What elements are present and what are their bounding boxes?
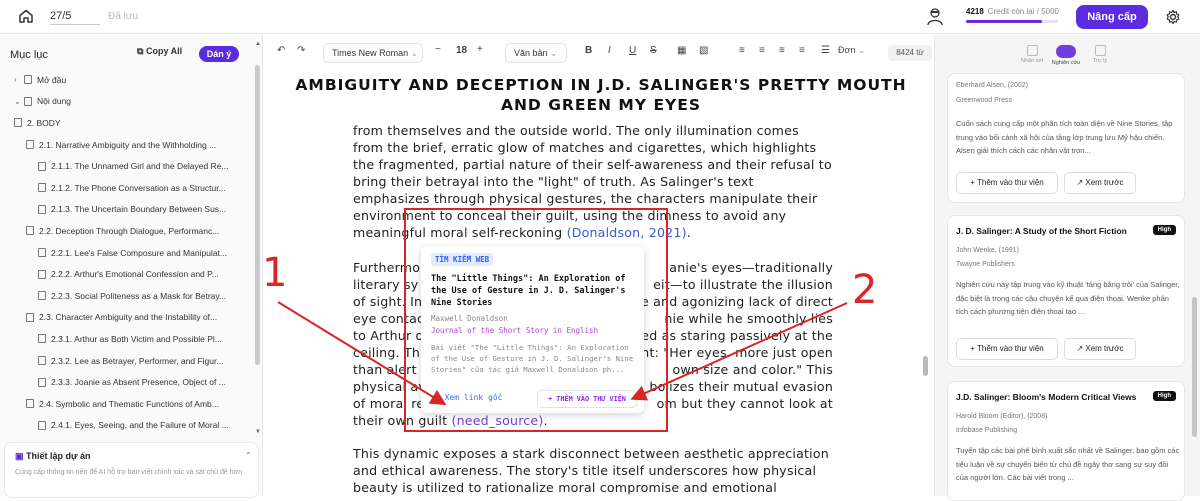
source-card-description: Cuốn sách cung cấp một phân tích toàn di… — [956, 119, 1173, 155]
source-card-publisher: Greenwood Press — [956, 97, 1013, 104]
relevance-badge: High — [1152, 225, 1176, 235]
annotation-arrow-1 — [277, 301, 447, 406]
tab-research[interactable]: Nghiên cứu — [1049, 43, 1083, 66]
source-card-title: J.D. Salinger: Bloom's Modern Critical V… — [956, 392, 1137, 402]
assistant-icon — [1094, 45, 1106, 56]
tab-comments[interactable]: Nhận xét — [1015, 43, 1049, 64]
source-card-publisher: Infobase Publishing — [956, 427, 1018, 434]
panel-scrollbar[interactable] — [1192, 297, 1197, 437]
source-card: J.D. Salinger: Bloom's Modern Critical V… — [947, 381, 1185, 501]
comment-icon — [1026, 45, 1038, 56]
external-link-icon: ↗ — [1076, 178, 1084, 187]
relevance-badge: High — [1152, 391, 1176, 401]
source-card: Eberhard Alsen, (2002) Greenwood Press C… — [947, 73, 1185, 203]
source-card: J. D. Salinger: A Study of the Short Fic… — [947, 215, 1185, 367]
preview-button[interactable]: ↗ Xem trước — [1064, 172, 1136, 194]
annotation-arrow-2 — [630, 302, 848, 401]
panel-tabs: Nhận xét Nghiên cứu Trợ lý — [1015, 43, 1115, 69]
source-card-title: J. D. Salinger: A Study of the Short Fic… — [956, 226, 1127, 236]
source-card-author: John Wenke, (1991) — [956, 247, 1019, 254]
preview-button[interactable]: ↗ Xem trước — [1064, 338, 1136, 360]
add-to-library-button[interactable]: + Thêm vào thư viện — [956, 338, 1058, 360]
tab-assistant[interactable]: Trợ lý — [1083, 43, 1117, 64]
source-card-publisher: Twayne Publishers — [956, 261, 1015, 268]
source-card-author: Eberhard Alsen, (2002) — [956, 82, 1028, 89]
source-card-description: Tuyển tập các bài phê bình xuất sắc nhất… — [956, 446, 1180, 482]
source-card-author: Harold Bloom (Editor), (2008) — [956, 413, 1048, 420]
external-link-icon: ↗ — [1076, 344, 1084, 353]
research-panel: Nhận xét Nghiên cứu Trợ lý Eberhard Alse… — [934, 35, 1200, 501]
source-card-description: Nghiên cứu này tập trung vào kỹ thuật 't… — [956, 280, 1180, 316]
search-icon — [1056, 45, 1076, 58]
add-to-library-button[interactable]: + Thêm vào thư viện — [956, 172, 1058, 194]
